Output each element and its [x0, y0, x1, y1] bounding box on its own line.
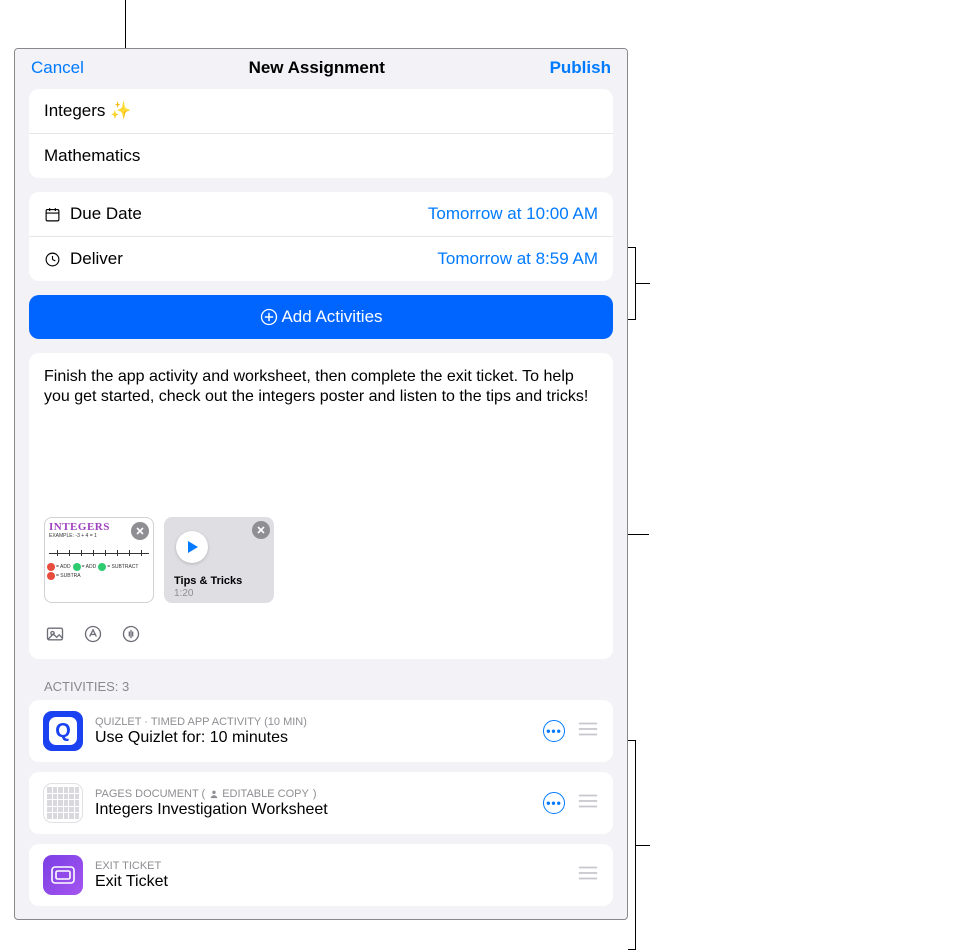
calendar-icon	[44, 206, 66, 223]
attachment-poster[interactable]: INTEGERS EXAMPLE: -3 + 4 = 1 = ADD= ADD …	[44, 517, 154, 603]
attachment-toolbar	[44, 623, 598, 645]
activity-more-button[interactable]: •••	[543, 720, 565, 742]
editable-copy-badge: EDITABLE COPY	[209, 788, 309, 800]
publish-button[interactable]: Publish	[550, 58, 611, 78]
add-activities-button[interactable]: Add Activities	[29, 295, 613, 339]
dates-card: Due Date Tomorrow at 10:00 AM Deliver To…	[29, 192, 613, 281]
deliver-row[interactable]: Deliver Tomorrow at 8:59 AM	[29, 236, 613, 281]
activity-meta: EXIT TICKET	[95, 860, 565, 872]
activity-row: Q QUIZLET · TIMED APP ACTIVITY (10 MIN) …	[29, 700, 613, 762]
plus-circle-icon	[259, 307, 279, 327]
due-date-label: Due Date	[70, 204, 428, 224]
clock-icon	[44, 251, 66, 268]
cancel-button[interactable]: Cancel	[31, 58, 84, 78]
attachment-audio[interactable]: Tips & Tricks 1:20	[164, 517, 274, 603]
deliver-value[interactable]: Tomorrow at 8:59 AM	[437, 249, 598, 269]
add-drawing-icon[interactable]	[82, 623, 104, 645]
quizlet-app-icon: Q	[43, 711, 83, 751]
description-card: Finish the app activity and worksheet, t…	[29, 353, 613, 659]
attachments-row: INTEGERS EXAMPLE: -3 + 4 = 1 = ADD= ADD …	[44, 517, 598, 613]
exit-ticket-icon	[43, 855, 83, 895]
title-class-card: Integers ✨ Mathematics	[29, 89, 613, 178]
activity-row: EXIT TICKET Exit Ticket	[29, 844, 613, 906]
remove-attachment-icon[interactable]	[252, 521, 270, 539]
audio-attachment-title: Tips & Tricks	[174, 575, 268, 587]
audio-attachment-duration: 1:20	[174, 588, 193, 599]
pages-document-icon	[43, 783, 83, 823]
play-icon[interactable]	[176, 531, 208, 563]
activity-title: Use Quizlet for: 10 minutes	[95, 729, 531, 747]
drag-handle-icon[interactable]	[577, 792, 599, 815]
activity-meta: PAGES DOCUMENT ( EDITABLE COPY )	[95, 788, 531, 800]
class-value: Mathematics	[44, 146, 598, 166]
activity-meta: QUIZLET · TIMED APP ACTIVITY (10 MIN)	[95, 716, 531, 728]
activity-more-button[interactable]: •••	[543, 792, 565, 814]
class-field[interactable]: Mathematics	[29, 133, 613, 178]
page-title: New Assignment	[249, 58, 385, 78]
add-activities-label: Add Activities	[281, 307, 382, 327]
due-date-row[interactable]: Due Date Tomorrow at 10:00 AM	[29, 192, 613, 236]
add-photo-icon[interactable]	[44, 623, 66, 645]
due-date-value[interactable]: Tomorrow at 10:00 AM	[428, 204, 598, 224]
assignment-title-value: Integers ✨	[44, 101, 598, 121]
description-text[interactable]: Finish the app activity and worksheet, t…	[44, 367, 598, 457]
add-audio-icon[interactable]	[120, 623, 142, 645]
activities-section-label: ACTIVITIES: 3	[44, 679, 598, 694]
drag-handle-icon[interactable]	[577, 864, 599, 887]
remove-attachment-icon[interactable]	[131, 522, 149, 540]
assignment-title-field[interactable]: Integers ✨	[29, 89, 613, 133]
deliver-label: Deliver	[70, 249, 437, 269]
activity-row: PAGES DOCUMENT ( EDITABLE COPY ) Integer…	[29, 772, 613, 834]
drag-handle-icon[interactable]	[577, 720, 599, 743]
activity-title: Integers Investigation Worksheet	[95, 801, 531, 819]
activity-title: Exit Ticket	[95, 873, 565, 891]
nav-bar: Cancel New Assignment Publish	[15, 49, 627, 89]
